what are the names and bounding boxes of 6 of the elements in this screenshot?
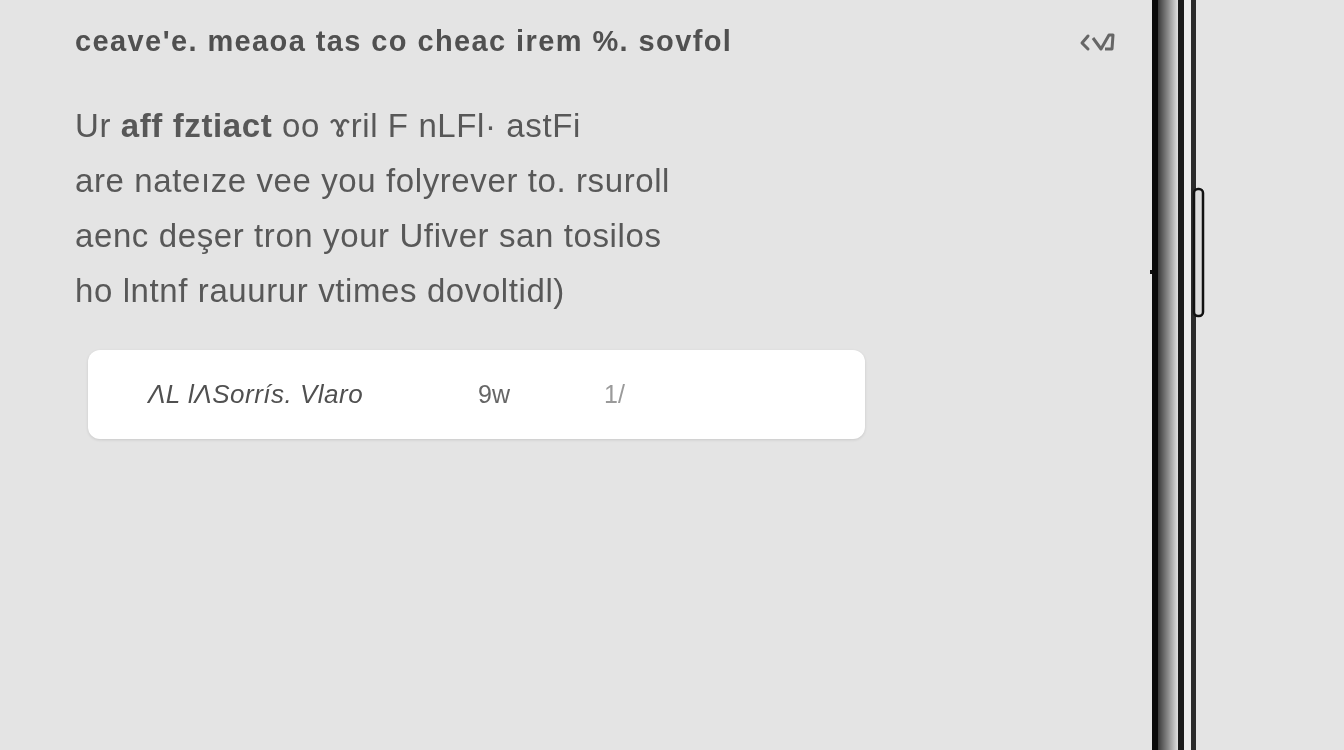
card-label: ΛL lɅSorrís. Vlaro <box>148 378 365 411</box>
body-paragraph: Ur aff fztiact oo ɤril F nLFl· astFi are nateıze vee you folyrever to. rsuroll aenc deşer tron your Ufiver san tosilos ho lntnf rauurur vtimes dovoltidl) <box>75 106 671 311</box>
card-value: 9w <box>478 378 511 410</box>
chevron-tick-icon <box>1079 32 1115 52</box>
header-title: ceave'e. meaoa tas co cheac irem %. sovfol <box>75 24 733 60</box>
card-value: 1/ <box>604 378 625 410</box>
